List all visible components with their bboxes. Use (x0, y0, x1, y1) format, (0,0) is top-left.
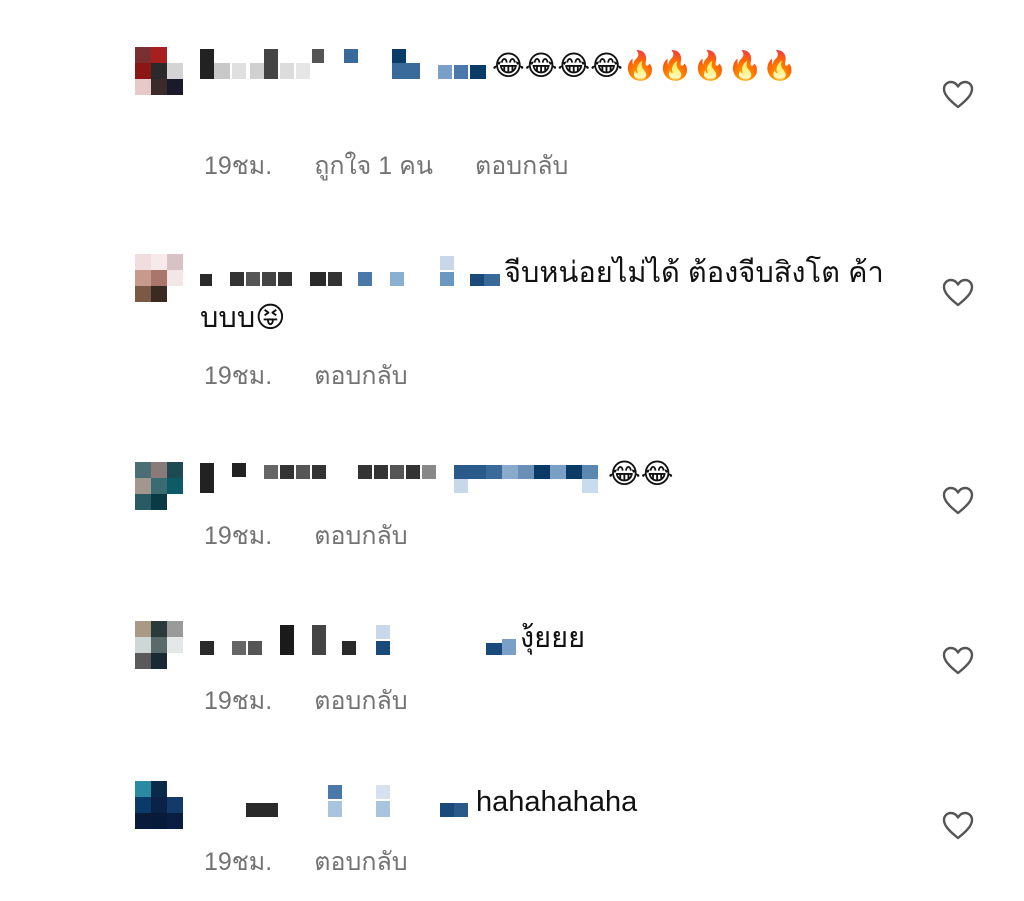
reply-button[interactable]: ตอบกลับ (314, 362, 407, 390)
comment-body: งุ้ยยย (200, 616, 900, 661)
username-redacted[interactable] (200, 45, 492, 89)
timestamp: 19ชม. (204, 362, 273, 390)
likes-count[interactable]: ถูกใจ 1 คน (314, 152, 433, 180)
reply-button[interactable]: ตอบกลับ (475, 152, 568, 180)
avatar[interactable] (135, 781, 183, 829)
comment-body: 😂😂😂😂🔥🔥🔥🔥🔥 (200, 44, 900, 89)
heart-outline-icon[interactable] (942, 80, 974, 110)
heart-outline-icon[interactable] (942, 811, 974, 841)
comment-text: งุ้ยยย (520, 622, 586, 654)
timestamp: 19ชม. (204, 848, 273, 876)
comment-text: 😂😂😂😂🔥🔥🔥🔥🔥 (492, 49, 798, 82)
username-redacted[interactable] (200, 617, 520, 661)
comment-actions: 19ชม. ตอบกลับ (204, 356, 450, 396)
heart-outline-icon[interactable] (942, 486, 974, 516)
comment-text: hahahahaha (476, 786, 638, 818)
comment-actions: 19ชม. ตอบกลับ (204, 516, 450, 556)
avatar[interactable] (135, 47, 183, 95)
comment-body: จีบหน่อยไม่ได้ ต้องจีบสิงโต ค้าบบบ😝 (200, 251, 900, 340)
timestamp: 19ชม. (204, 522, 273, 550)
comment-actions: 19ชม. ตอบกลับ (204, 681, 450, 721)
timestamp: 19ชม. (204, 687, 273, 715)
avatar[interactable] (135, 462, 183, 510)
avatar[interactable] (135, 254, 183, 302)
reply-button[interactable]: ตอบกลับ (314, 848, 407, 876)
comment-body: 😂😂 (200, 452, 900, 497)
username-redacted[interactable] (200, 781, 476, 825)
username-redacted[interactable] (200, 252, 504, 296)
heart-outline-icon[interactable] (942, 646, 974, 676)
comment-actions: 19ชม. ถูกใจ 1 คน ตอบกลับ (204, 146, 610, 186)
comment-body: hahahahaha (200, 780, 900, 825)
username-redacted[interactable] (200, 453, 608, 497)
reply-button[interactable]: ตอบกลับ (314, 687, 407, 715)
timestamp: 19ชม. (204, 152, 273, 180)
avatar[interactable] (135, 621, 183, 669)
comment-text: 😂😂 (608, 457, 674, 490)
comment-actions: 19ชม. ตอบกลับ (204, 842, 450, 882)
reply-button[interactable]: ตอบกลับ (314, 522, 407, 550)
heart-outline-icon[interactable] (942, 278, 974, 308)
